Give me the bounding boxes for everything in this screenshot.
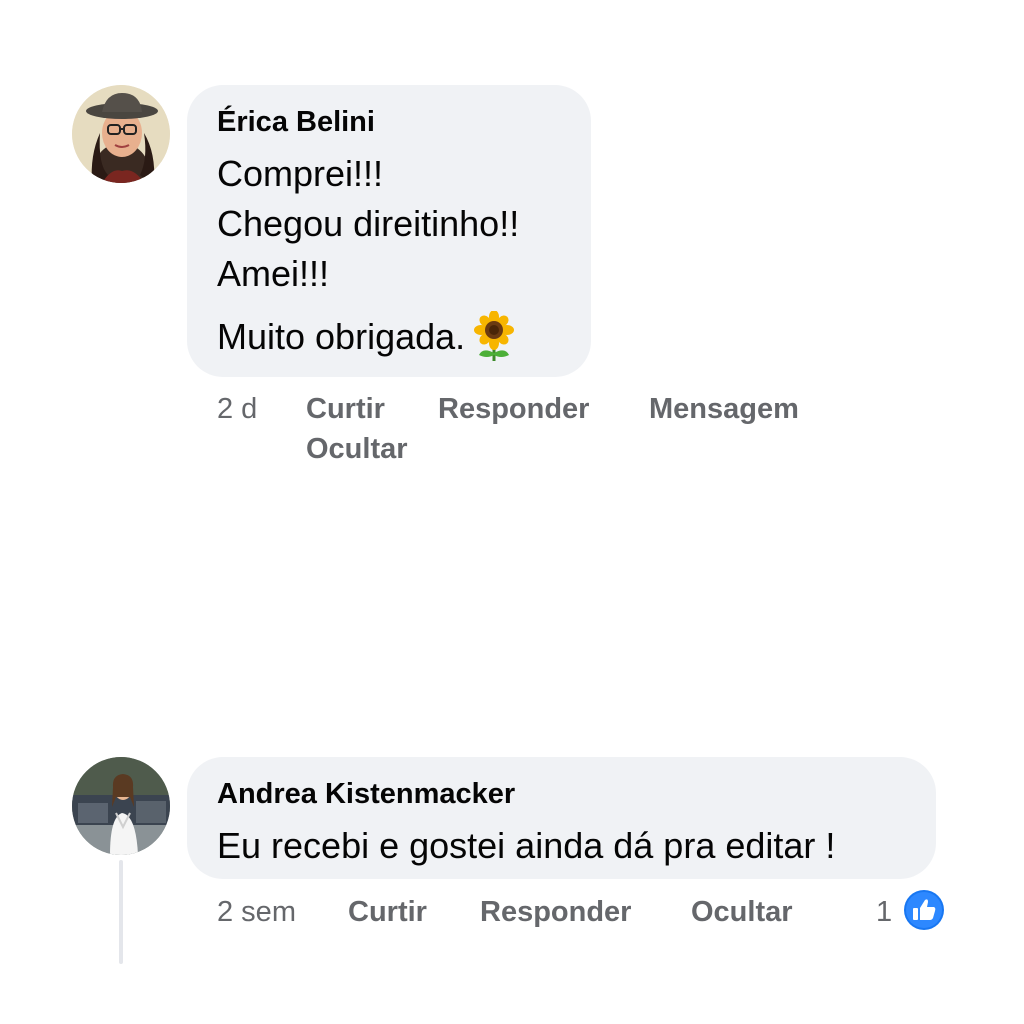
comment-author[interactable]: Andrea Kistenmacker <box>217 777 936 811</box>
comment-bubble-1: Érica Belini Comprei!!! Chegou direitinh… <box>187 85 591 377</box>
comment-line-text: Muito obrigada. <box>217 316 466 357</box>
comment-line-last: Muito obrigada. <box>217 310 591 362</box>
reply-button[interactable]: Responder <box>438 393 589 426</box>
comment-bubble-2: Andrea Kistenmacker Eu recebi e gostei a… <box>187 757 936 879</box>
comment-actions-1: 2 d Curtir Responder Mensagem Ocultar <box>217 393 857 473</box>
comment-actions-2: 2 sem Curtir Responder Ocultar <box>217 896 857 936</box>
like-icon[interactable] <box>904 890 944 930</box>
comment-body: Eu recebi e gostei ainda dá pra editar ! <box>217 821 936 871</box>
comment-line: Comprei!!! <box>217 153 384 194</box>
comment-body: Comprei!!! Chegou direitinho!! Amei!!! M… <box>217 149 591 362</box>
message-button[interactable]: Mensagem <box>649 393 799 426</box>
avatar-erica[interactable] <box>72 85 170 183</box>
comment-thread: Érica Belini Comprei!!! Chegou direitinh… <box>0 0 1024 1024</box>
profile-photo <box>72 757 170 855</box>
reply-button[interactable]: Responder <box>480 896 631 929</box>
like-button[interactable]: Curtir <box>348 896 427 929</box>
profile-photo <box>72 85 170 183</box>
comment-line: Chegou direitinho!! <box>217 203 520 244</box>
reaction-count[interactable]: 1 <box>876 896 892 929</box>
hide-button[interactable]: Ocultar <box>306 433 408 466</box>
comment-line: Amei!!! <box>217 253 330 294</box>
comment-timestamp[interactable]: 2 sem <box>217 896 296 929</box>
sunflower-icon <box>473 310 515 361</box>
comment-author[interactable]: Érica Belini <box>217 105 591 139</box>
hide-button[interactable]: Ocultar <box>691 896 793 929</box>
comment-timestamp[interactable]: 2 d <box>217 393 257 426</box>
like-button[interactable]: Curtir <box>306 393 385 426</box>
thread-connector-line <box>119 860 123 964</box>
comment-line: Eu recebi e gostei ainda dá pra editar ! <box>217 825 836 866</box>
avatar-andrea[interactable] <box>72 757 170 855</box>
